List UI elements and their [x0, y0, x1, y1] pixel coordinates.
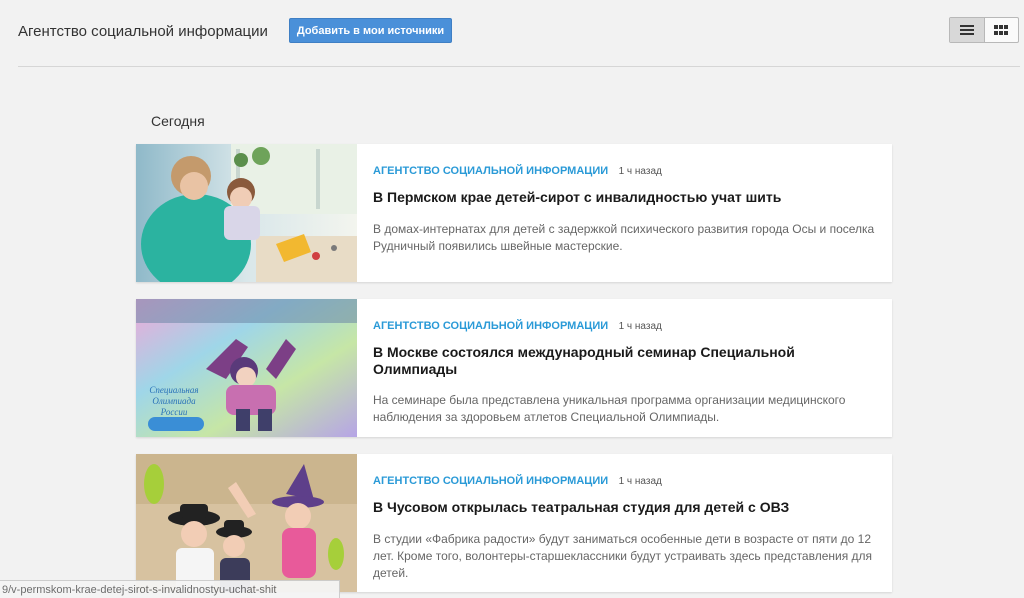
news-card[interactable]: Специальная Олимпиада России Агентство с… — [136, 299, 892, 437]
news-time: 1 ч назад — [618, 476, 662, 487]
news-thumbnail[interactable]: Специальная Олимпиада России — [136, 299, 357, 437]
news-time: 1 ч назад — [618, 321, 662, 332]
source-title: Агентство социальной информации — [18, 23, 268, 40]
news-meta: Агентство социальной информации 1 ч наза… — [373, 471, 662, 489]
image-caption: Специальная Олимпиада России — [149, 385, 199, 417]
news-time: 1 ч назад — [618, 166, 662, 177]
news-thumbnail[interactable] — [136, 454, 357, 592]
news-source-link[interactable]: Агентство социальной информации — [373, 165, 608, 177]
news-card[interactable]: Агентство социальной информации 1 ч наза… — [136, 454, 892, 592]
news-title[interactable]: В Москве состоялся международный семинар… — [373, 344, 843, 378]
news-title[interactable]: В Пермском крае детей-сирот с инвалиднос… — [373, 189, 843, 206]
news-thumbnail[interactable] — [136, 144, 357, 282]
news-title[interactable]: В Чусовом открылась театральная студия д… — [373, 499, 843, 516]
news-snippet: На семинаре была представлена уникальная… — [373, 393, 846, 424]
news-source-link[interactable]: Агентство социальной информации — [373, 475, 608, 487]
news-snippet: В студии «Фабрика радости» будут занимат… — [373, 532, 873, 580]
add-to-sources-button[interactable]: Добавить в мои источники — [289, 18, 452, 43]
section-label-today: Сегодня — [151, 113, 205, 129]
news-meta: Агентство социальной информации 1 ч наза… — [373, 161, 662, 179]
grid-view-button[interactable] — [985, 18, 1019, 42]
news-meta: Агентство социальной информации 1 ч наза… — [373, 316, 662, 334]
grid-icon — [994, 25, 1009, 35]
news-card[interactable]: Агентство социальной информации 1 ч наза… — [136, 144, 892, 282]
news-snippet: В домах-интернатах для детей с задержкой… — [373, 222, 875, 253]
list-icon — [959, 25, 974, 35]
list-view-button[interactable] — [950, 18, 985, 42]
view-toggle — [949, 17, 1019, 43]
source-header: Агентство социальной информации Добавить… — [18, 0, 1020, 67]
link-status-bar: 9/v-permskom-krae-detej-sirot-s-invalidn… — [0, 580, 340, 598]
news-source-link[interactable]: Агентство социальной информации — [373, 320, 608, 332]
